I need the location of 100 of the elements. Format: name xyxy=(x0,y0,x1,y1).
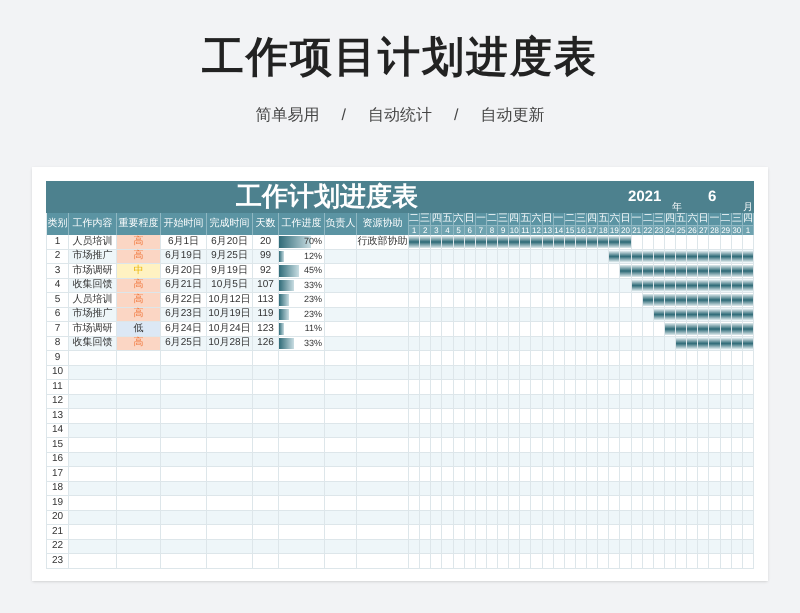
day-header: 22 xyxy=(642,226,654,235)
weekday-header: 五 xyxy=(676,213,688,226)
table-cell xyxy=(253,482,279,496)
weekday-header: 一 xyxy=(632,213,643,226)
day-header: 30 xyxy=(732,226,743,235)
table-cell: 22 xyxy=(47,540,69,554)
table-cell xyxy=(357,496,409,510)
table-cell xyxy=(357,293,409,308)
table-cell xyxy=(117,510,161,525)
table-cell xyxy=(325,380,357,394)
table-cell xyxy=(117,496,161,510)
table-cell xyxy=(253,351,279,366)
table-cell xyxy=(253,438,279,452)
table-cell xyxy=(357,308,409,322)
table-cell xyxy=(161,409,207,424)
table-cell xyxy=(161,394,207,409)
table-cell xyxy=(117,554,161,568)
table-cell: 6月24日 xyxy=(161,322,207,336)
table-cell: 6月20日 xyxy=(161,264,207,278)
table-cell xyxy=(279,366,325,380)
table-cell xyxy=(161,424,207,438)
table-cell xyxy=(207,452,253,467)
weekday-header: 一 xyxy=(709,213,721,226)
table-cell: 123 xyxy=(253,322,279,336)
table-cell xyxy=(117,540,161,554)
table-cell: 15 xyxy=(47,438,69,452)
weekday-header: 六 xyxy=(454,213,465,226)
table-cell: 6月20日 xyxy=(207,235,253,250)
table-cell: 14 xyxy=(47,424,69,438)
table-cell xyxy=(207,482,253,496)
priority-cell: 高 xyxy=(117,293,161,308)
day-header: 24 xyxy=(664,226,676,235)
table-cell: 收集回馈 xyxy=(69,336,117,351)
table-cell xyxy=(161,438,207,452)
table-cell xyxy=(207,409,253,424)
table-cell: 23 xyxy=(47,554,69,568)
table-cell xyxy=(279,496,325,510)
table-cell: 21 xyxy=(47,525,69,540)
table-cell xyxy=(279,452,325,467)
weekday-header: 三 xyxy=(420,213,432,226)
table-cell: 3 xyxy=(47,264,69,278)
weekday-header: 日 xyxy=(542,213,554,226)
table-cell xyxy=(69,351,117,366)
day-header: 26 xyxy=(687,226,698,235)
day-header: 18 xyxy=(598,226,610,235)
day-header: 5 xyxy=(454,226,465,235)
table-cell xyxy=(357,467,409,482)
table-cell xyxy=(325,554,357,568)
table-cell: 18 xyxy=(47,482,69,496)
table-cell: 119 xyxy=(253,308,279,322)
year-unit-text: 年 xyxy=(672,203,682,213)
day-header: 29 xyxy=(720,226,732,235)
table-cell xyxy=(161,380,207,394)
day-header: 1 xyxy=(742,226,754,235)
day-header: 14 xyxy=(554,226,565,235)
table-cell xyxy=(279,554,325,568)
table-cell xyxy=(357,452,409,467)
table-cell xyxy=(279,467,325,482)
table-cell xyxy=(357,424,409,438)
column-header: 工作进度 xyxy=(279,213,325,235)
table-cell: 10月12日 xyxy=(207,293,253,308)
priority-cell: 中 xyxy=(117,264,161,278)
day-header: 10 xyxy=(509,226,520,235)
weekday-header: 三 xyxy=(732,213,743,226)
table-cell xyxy=(161,482,207,496)
table-cell: 6 xyxy=(47,308,69,322)
column-header: 负责人 xyxy=(325,213,357,235)
day-header: 21 xyxy=(632,226,643,235)
table-cell xyxy=(253,496,279,510)
table-cell xyxy=(207,496,253,510)
table-cell xyxy=(161,496,207,510)
table-cell xyxy=(69,482,117,496)
table-cell xyxy=(69,366,117,380)
table-cell xyxy=(253,452,279,467)
table-cell xyxy=(161,366,207,380)
day-header: 7 xyxy=(476,226,487,235)
subtitle-text: 自动统计 xyxy=(368,108,432,124)
table-cell xyxy=(161,554,207,568)
table-cell xyxy=(325,540,357,554)
table-cell xyxy=(117,467,161,482)
day-header: 9 xyxy=(498,226,510,235)
table-cell xyxy=(161,467,207,482)
table-cell: 1 xyxy=(47,235,69,250)
table-cell xyxy=(357,438,409,452)
weekday-header: 五 xyxy=(598,213,610,226)
weekday-header: 四 xyxy=(742,213,754,226)
table-cell xyxy=(325,496,357,510)
table-cell: 113 xyxy=(253,293,279,308)
weekday-header: 二 xyxy=(720,213,732,226)
weekday-header: 日 xyxy=(464,213,476,226)
table-cell xyxy=(325,424,357,438)
separator-text: / xyxy=(342,108,346,124)
table-cell xyxy=(325,366,357,380)
table-cell: 市场推广 xyxy=(69,308,117,322)
table-cell xyxy=(69,525,117,540)
weekday-header: 一 xyxy=(554,213,565,226)
day-header: 13 xyxy=(542,226,554,235)
table-cell: 2 xyxy=(47,250,69,264)
weekday-header: 五 xyxy=(442,213,454,226)
subtitle-text: 简单易用 xyxy=(256,108,320,124)
